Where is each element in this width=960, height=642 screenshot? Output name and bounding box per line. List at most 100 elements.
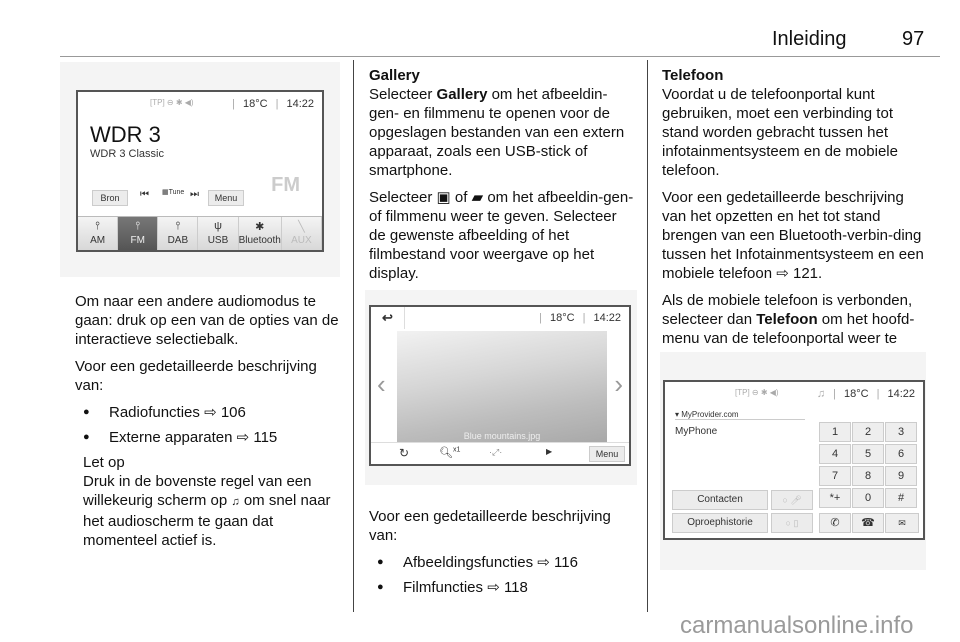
bullet-text: Externe apparaten xyxy=(109,429,233,446)
next-icon[interactable]: ⏭ xyxy=(190,189,199,200)
radio-screenshot: [TP] ⊖ ✱ ◀) | 18°C | 14:22 WDR 3 WDR 3 Clas… xyxy=(60,62,340,277)
station-subtitle: WDR 3 Classic xyxy=(90,148,164,160)
note-text: Druk in de bovenste regel van een willek… xyxy=(83,472,347,550)
fit-icon[interactable]: ·⤢· xyxy=(489,447,502,458)
tab-bluetooth[interactable]: ✱ Bluetooth xyxy=(239,217,282,250)
tab-label: Bluetooth xyxy=(238,235,281,246)
rotate-icon[interactable]: ↻ xyxy=(399,446,409,460)
column-divider xyxy=(647,60,648,612)
image-caption: Blue mountains.jpg xyxy=(463,431,541,441)
tab-fm[interactable]: ⫯ FM xyxy=(118,217,159,250)
tab-label: FM xyxy=(130,235,145,246)
tune-button[interactable]: ▦Tune xyxy=(162,188,184,196)
provider-name: MyProvider.com xyxy=(681,410,739,419)
source-tabs: ⫯ AM ⫯ FM ⫯ DAB ψ USB ✱ Bluetooth ╲ AUX xyxy=(78,216,322,250)
source-button[interactable]: Bron xyxy=(92,190,128,206)
key-1[interactable]: 1 xyxy=(819,422,851,442)
menu-button[interactable]: Menu xyxy=(208,190,244,206)
reference-arrow-icon: ⇨ xyxy=(236,429,250,446)
clock: 14:22 xyxy=(887,388,915,400)
emphasis: Gallery xyxy=(436,86,488,103)
reference-arrow-icon: ⇨ xyxy=(487,579,500,596)
call-history-button[interactable]: Oproephistorie xyxy=(672,513,768,533)
paragraph: Voor een gedetailleerde beschrijving van… xyxy=(75,358,317,394)
page-ref[interactable]: 118 xyxy=(504,579,528,596)
tab-usb[interactable]: ψ USB xyxy=(198,217,239,250)
text: of xyxy=(454,189,468,206)
back-icon[interactable]: ↩ xyxy=(371,307,405,329)
list-item: Externe apparaten ⇨ 115 xyxy=(75,428,347,447)
call-icon[interactable]: ✆ xyxy=(819,513,851,533)
zoom-icon[interactable]: 🔍︎x1 xyxy=(439,446,460,459)
fm-logo: FM xyxy=(271,174,300,196)
list-item: Afbeeldingsfuncties ⇨ 116 xyxy=(369,553,637,572)
bullet-text: Filmfuncties xyxy=(403,579,484,596)
handsfree-toggle[interactable]: ○ ▯ xyxy=(771,513,813,533)
page-number: 97 xyxy=(902,28,925,50)
temperature: 18°C xyxy=(243,98,268,110)
temperature: 18°C xyxy=(550,312,575,324)
gallery-screenshot: ↩ | 18°C | 14:22 Blue mountains.jpg ‹ › ↻ 🔍… xyxy=(365,290,637,485)
text: Selecteer xyxy=(369,189,433,206)
voicemail-icon[interactable]: ✉ xyxy=(885,513,919,533)
bluetooth-icon: ✱ xyxy=(255,221,265,233)
key-0[interactable]: 0 xyxy=(852,488,884,508)
page-ref[interactable]: 106 xyxy=(221,404,246,421)
page-ref[interactable]: 121 xyxy=(793,265,818,282)
aux-icon: ╲ xyxy=(298,221,305,233)
bullet-text: Radiofuncties xyxy=(109,404,200,421)
bullet-text: Afbeeldingsfuncties xyxy=(403,554,534,571)
temperature: 18°C xyxy=(844,388,869,400)
section-title: Inleiding xyxy=(772,28,847,50)
fm-icon: ⫯ xyxy=(135,220,141,232)
list-item: Filmfuncties ⇨ 118 xyxy=(369,578,637,597)
tune-label: Tune xyxy=(168,189,185,196)
key-3[interactable]: 3 xyxy=(885,422,917,442)
key-2[interactable]: 2 xyxy=(852,422,884,442)
tab-aux[interactable]: ╲ AUX xyxy=(282,217,322,250)
section-heading: Telefoon xyxy=(662,67,724,84)
key-7[interactable]: 7 xyxy=(819,466,851,486)
usb-icon: ψ xyxy=(214,220,222,232)
photo-image: Blue mountains.jpg xyxy=(397,331,607,443)
status-icons: [TP] ⊖ ✱ ◀) xyxy=(735,388,779,397)
tab-am[interactable]: ⫯ AM xyxy=(78,217,119,250)
key-5[interactable]: 5 xyxy=(852,444,884,464)
phone-name: MyPhone xyxy=(675,426,718,437)
film-icon: ▰ xyxy=(471,189,484,206)
reference-arrow-icon: ⇨ xyxy=(204,404,217,421)
audio-icon[interactable]: ♫ xyxy=(817,388,825,400)
menu-button[interactable]: Menu xyxy=(589,446,625,462)
station-name: WDR 3 xyxy=(90,122,161,147)
slideshow-icon[interactable]: ▶ xyxy=(546,447,552,456)
page-ref[interactable]: 116 xyxy=(554,554,578,571)
key-6[interactable]: 6 xyxy=(885,444,917,464)
tab-label: AUX xyxy=(291,235,312,246)
paragraph: Voor een gedetailleerde beschrijving van… xyxy=(369,508,611,544)
mute-mic-toggle[interactable]: ○ 🎤︎ xyxy=(771,490,813,510)
status-icons: [TP] ⊖ ✱ ◀) xyxy=(150,98,194,107)
note-title: Let op xyxy=(83,454,125,471)
list-item: Radiofuncties ⇨ 106 xyxy=(75,403,347,422)
contacts-button[interactable]: Contacten xyxy=(672,490,768,510)
key-#[interactable]: # xyxy=(885,488,917,508)
paragraph: Voordat u de telefoonportal kunt gebruik… xyxy=(662,86,898,179)
chevron-left-icon[interactable]: ‹ xyxy=(377,369,386,400)
reference-arrow-icon: ⇨ xyxy=(537,554,550,571)
key-*+[interactable]: *+ xyxy=(819,488,851,508)
provider-bar: ▾ MyProvider.com xyxy=(675,410,805,420)
phone-screenshot: [TP] ⊖ ✱ ◀) ♫ | 18°C | 14:22 ▾ MyProvider.co… xyxy=(660,352,926,570)
column-divider xyxy=(353,60,354,612)
zoom-level: x1 xyxy=(452,446,461,454)
tab-dab[interactable]: ⫯ DAB xyxy=(158,217,199,250)
key-8[interactable]: 8 xyxy=(852,466,884,486)
audio-icon: ♫ xyxy=(231,496,240,508)
text: Selecteer xyxy=(369,86,433,103)
hang-up-icon[interactable]: ☎ xyxy=(852,513,884,533)
page-ref[interactable]: 115 xyxy=(253,429,277,446)
key-4[interactable]: 4 xyxy=(819,444,851,464)
key-9[interactable]: 9 xyxy=(885,466,917,486)
paragraph: Om naar een andere audiomodus te gaan: d… xyxy=(75,293,339,348)
chevron-right-icon[interactable]: › xyxy=(614,369,623,400)
previous-icon[interactable]: ⏮ xyxy=(140,189,149,200)
